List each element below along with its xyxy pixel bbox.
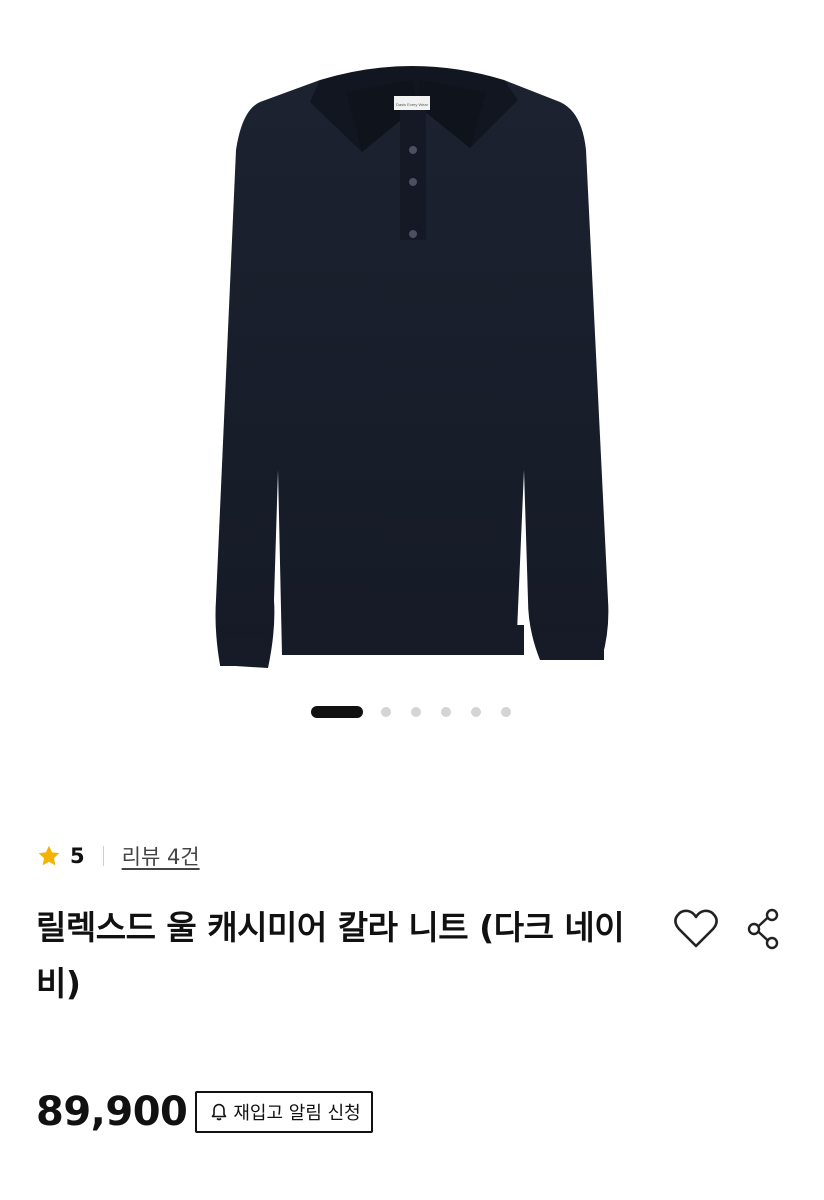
rating-value: 5 (70, 844, 85, 868)
product-image[interactable]: Dasis Every Wear (150, 40, 674, 700)
star-icon (38, 845, 60, 866)
carousel-dot-2[interactable] (381, 707, 391, 717)
heart-icon (674, 909, 718, 948)
rating-divider (102, 846, 104, 866)
product-price: 89,900 (36, 1089, 188, 1135)
price-row: 89,900 재입고 알림 신청 (36, 1086, 373, 1138)
neck-label-text: Dasis Every Wear (396, 102, 429, 107)
product-title: 릴렉스드 울 캐시미어 칼라 니트 (다크 네이비) (36, 908, 625, 1003)
restock-label: 재입고 알림 신청 (233, 1103, 361, 1124)
product-image-gallery[interactable]: Dasis Every Wear (0, 0, 824, 740)
bell-icon (212, 1103, 227, 1121)
rating-row: 5 리뷰 4건 (36, 840, 200, 872)
wishlist-button[interactable] (672, 906, 720, 952)
restock-alert-button[interactable]: 재입고 알림 신청 (195, 1091, 373, 1133)
review-count-link[interactable]: 리뷰 4건 (122, 841, 200, 871)
carousel-indicator (0, 705, 824, 719)
share-button[interactable] (742, 906, 788, 952)
share-icon (747, 908, 779, 950)
carousel-dot-4[interactable] (441, 707, 451, 717)
carousel-dot-6[interactable] (501, 707, 511, 717)
carousel-dot-3[interactable] (411, 707, 421, 717)
product-title-block: 릴렉스드 울 캐시미어 칼라 니트 (다크 네이비) (36, 900, 656, 1012)
carousel-dot-5[interactable] (471, 707, 481, 717)
carousel-dot-1[interactable] (311, 706, 363, 718)
